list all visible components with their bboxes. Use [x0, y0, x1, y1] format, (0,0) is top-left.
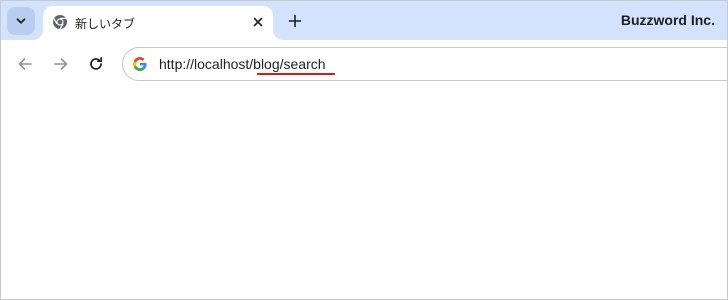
- url-path-highlight: [257, 73, 335, 75]
- arrow-right-icon: [54, 58, 68, 70]
- reload-icon: [90, 56, 103, 70]
- address-bar[interactable]: http://localhost/blog/search: [122, 47, 727, 81]
- new-tab-button[interactable]: [283, 9, 307, 33]
- page-content: [1, 88, 727, 299]
- tab-title: 新しいタブ: [75, 17, 136, 31]
- chrome-icon: [53, 15, 67, 30]
- plus-icon: [288, 14, 302, 28]
- profile-name[interactable]: Buzzword Inc.: [621, 12, 715, 28]
- close-icon: [253, 17, 263, 27]
- browser-window: 新しいタブ Buzzword Inc. http://localhost/blo…: [0, 0, 728, 300]
- arrow-left-icon: [18, 58, 32, 70]
- tab-close-button[interactable]: [249, 13, 267, 31]
- chevron-down-icon: [16, 18, 26, 24]
- back-button[interactable]: [13, 52, 37, 76]
- google-g-icon: [133, 57, 147, 71]
- tab-strip: 新しいタブ Buzzword Inc.: [1, 1, 727, 40]
- toolbar: http://localhost/blog/search: [1, 40, 727, 88]
- address-bar-url[interactable]: http://localhost/blog/search: [159, 56, 326, 72]
- tab-search-button[interactable]: [7, 7, 35, 35]
- tab-new-tab[interactable]: 新しいタブ: [43, 6, 273, 40]
- reload-button[interactable]: [84, 52, 108, 76]
- forward-button[interactable]: [49, 52, 73, 76]
